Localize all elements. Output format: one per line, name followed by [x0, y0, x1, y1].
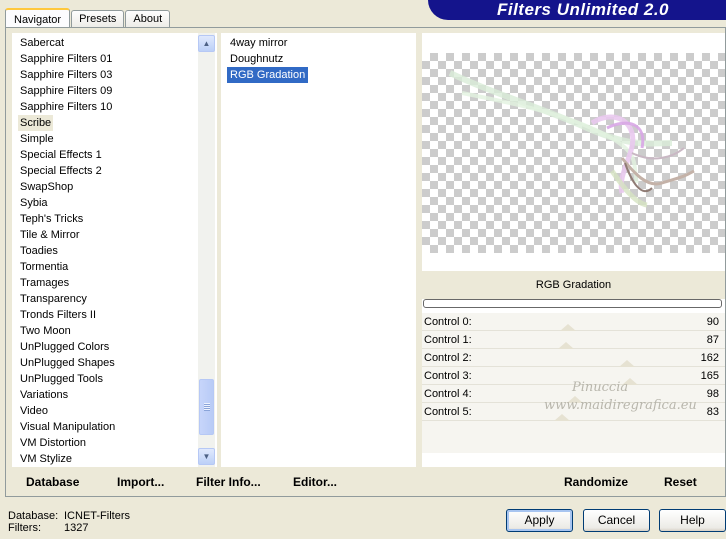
category-item[interactable]: Sapphire Filters 03: [20, 67, 112, 83]
tab-bar: Navigator Presets About: [5, 6, 171, 29]
slider-thumb[interactable]: [554, 414, 570, 421]
grip-icon: [204, 403, 210, 411]
editor-button[interactable]: Editor...: [293, 475, 337, 489]
category-item[interactable]: Special Effects 2: [20, 163, 102, 179]
category-item[interactable]: Video: [20, 403, 48, 419]
chevron-up-icon: ▲: [202, 39, 211, 48]
watermark-url: www.maidiregrafica.eu: [544, 398, 697, 413]
preview-area: RGB Gradation Control 0: 90 Control 1: 87 Co…: [422, 33, 725, 467]
category-item[interactable]: UnPlugged Tools: [20, 371, 103, 387]
control-value[interactable]: 162: [701, 351, 719, 365]
category-item[interactable]: Toadies: [20, 243, 58, 259]
category-item[interactable]: Sybia: [20, 195, 48, 211]
control-slider[interactable]: [494, 321, 704, 331]
category-item[interactable]: Teph's Tricks: [20, 211, 83, 227]
control-value[interactable]: 165: [701, 369, 719, 383]
control-value[interactable]: 98: [707, 387, 719, 401]
watermark-name: Pinuccia: [572, 380, 629, 395]
category-item[interactable]: SwapShop: [20, 179, 73, 195]
category-item[interactable]: Sapphire Filters 10: [20, 99, 112, 115]
category-item[interactable]: Sapphire Filters 09: [20, 83, 112, 99]
category-item[interactable]: Sabercat: [20, 35, 64, 51]
filter-info-button[interactable]: Filter Info...: [196, 475, 261, 489]
filter-name-label: RGB Gradation: [422, 271, 725, 299]
control-row: Control 1: 87: [422, 331, 725, 349]
control-value[interactable]: 87: [707, 333, 719, 347]
control-label: Control 1:: [424, 334, 472, 346]
navigator-panel: Sabercat Sapphire Filters 01 Sapphire Filt…: [5, 27, 726, 497]
category-item[interactable]: Tile & Mirror: [20, 227, 79, 243]
category-item[interactable]: Transparency: [20, 291, 87, 307]
app-logo: Filters Unlimited 2.0: [428, 0, 726, 20]
category-item[interactable]: Scribe: [18, 115, 54, 131]
slider-thumb[interactable]: [619, 360, 635, 367]
category-list[interactable]: Sabercat Sapphire Filters 01 Sapphire Filt…: [12, 33, 217, 467]
control-slider[interactable]: [494, 339, 704, 349]
category-item[interactable]: Sapphire Filters 01: [20, 51, 112, 67]
category-item[interactable]: Two Moon: [20, 323, 71, 339]
cancel-button[interactable]: Cancel: [583, 509, 650, 532]
category-item[interactable]: VM Stylize: [20, 451, 72, 467]
randomize-button[interactable]: Randomize: [564, 475, 628, 489]
category-item[interactable]: Tormentia: [20, 259, 68, 275]
filter-item[interactable]: 4way mirror: [227, 35, 290, 51]
scroll-up-button[interactable]: ▲: [198, 35, 215, 52]
filter-item[interactable]: RGB Gradation: [227, 67, 309, 83]
control-row: Control 2: 162: [422, 349, 725, 367]
control-row: Control 0: 90: [422, 313, 725, 331]
import-button[interactable]: Import...: [117, 475, 164, 489]
category-item[interactable]: Tramages: [20, 275, 69, 291]
help-button[interactable]: Help: [659, 509, 726, 532]
status-filters-value: 1327: [64, 522, 89, 534]
control-value[interactable]: 83: [707, 405, 719, 419]
database-button[interactable]: Database: [26, 475, 79, 489]
tab-navigator[interactable]: Navigator: [5, 8, 71, 29]
category-scrollbar[interactable]: ▲ ▼: [198, 33, 215, 467]
category-item[interactable]: Simple: [20, 131, 54, 147]
control-label: Control 5:: [424, 406, 472, 418]
status-filters-label: Filters:: [8, 522, 41, 534]
scroll-down-button[interactable]: ▼: [198, 448, 215, 465]
control-label: Control 0:: [424, 316, 472, 328]
apply-button[interactable]: Apply: [506, 509, 573, 532]
scroll-thumb[interactable]: [199, 379, 214, 435]
category-item[interactable]: UnPlugged Colors: [20, 339, 109, 355]
reset-button[interactable]: Reset: [664, 475, 697, 489]
status-database-label: Database:: [8, 510, 59, 522]
filter-item[interactable]: Doughnutz: [227, 51, 286, 67]
control-value[interactable]: 90: [707, 315, 719, 329]
control-slider[interactable]: [494, 357, 704, 367]
category-item[interactable]: VM Distortion: [20, 435, 86, 451]
control-label: Control 4:: [424, 388, 472, 400]
control-slider[interactable]: [494, 375, 704, 385]
right-toolbar: Randomize Reset: [422, 469, 725, 495]
status-database-value: ICNET-Filters: [64, 510, 130, 522]
slider-thumb[interactable]: [558, 342, 574, 349]
progress-bar: [423, 299, 722, 308]
category-item[interactable]: UnPlugged Shapes: [20, 355, 115, 371]
left-toolbar: Database Import... Filter Info... Editor…: [12, 469, 416, 495]
filter-list[interactable]: 4way mirror Doughnutz RGB Gradation: [221, 33, 416, 467]
preview-smoke-graphic: [448, 70, 695, 208]
category-item[interactable]: Tronds Filters II: [20, 307, 96, 323]
tab-about[interactable]: About: [125, 10, 171, 28]
tab-presets[interactable]: Presets: [71, 10, 125, 28]
chevron-down-icon: ▼: [202, 452, 211, 461]
category-item[interactable]: Variations: [20, 387, 68, 403]
control-label: Control 2:: [424, 352, 472, 364]
category-item[interactable]: Special Effects 1: [20, 147, 102, 163]
control-label: Control 3:: [424, 370, 472, 382]
slider-thumb[interactable]: [560, 324, 576, 331]
preview-image: [422, 53, 725, 253]
category-item[interactable]: Visual Manipulation: [20, 419, 115, 435]
